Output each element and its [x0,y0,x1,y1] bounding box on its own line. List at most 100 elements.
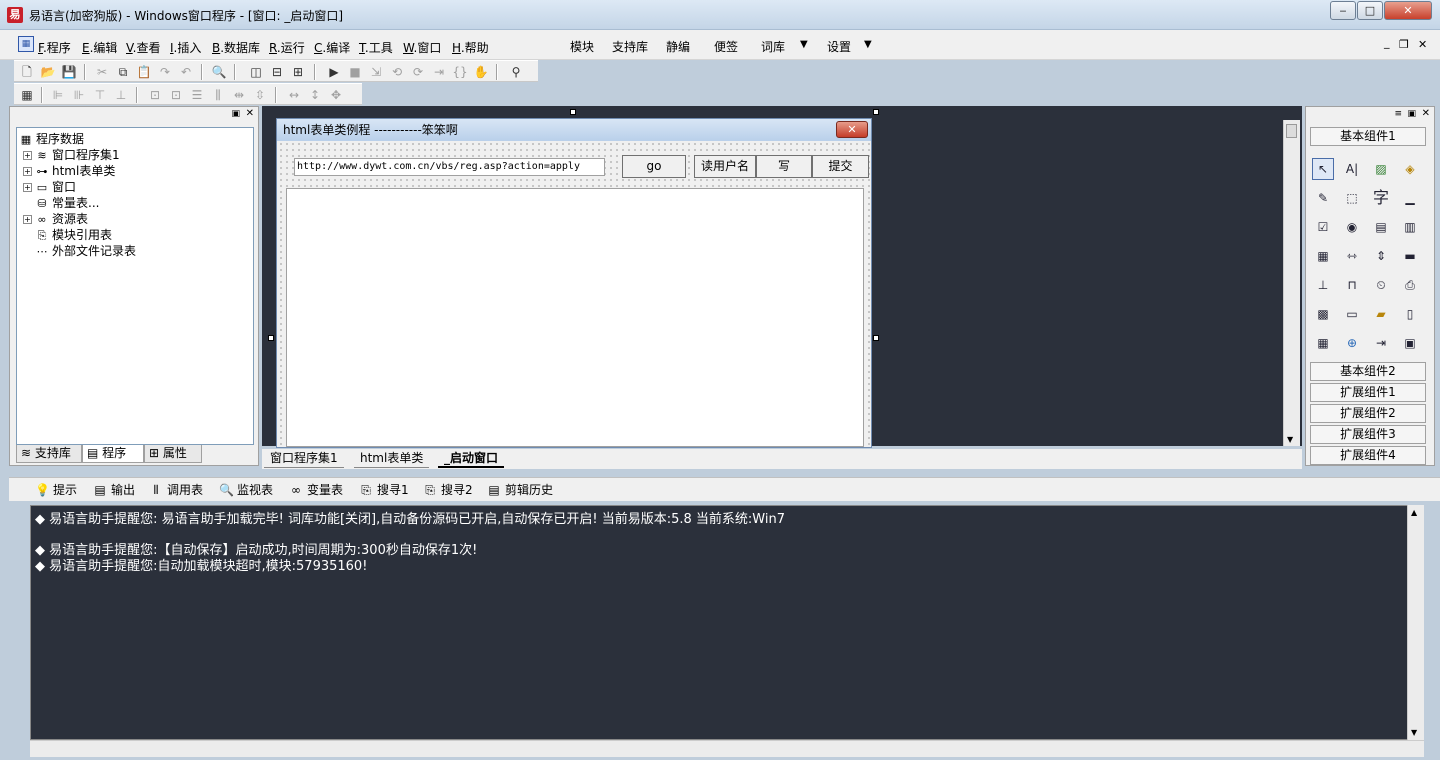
mdi-restore-icon[interactable]: ❐ [1399,38,1409,51]
align-bottom-icon[interactable]: ⊥ [113,87,129,103]
same-width-icon[interactable]: ↔ [286,87,302,103]
tab-output[interactable]: ▤ 输出 [93,481,135,499]
browser-area[interactable] [286,188,864,447]
file-box-icon[interactable]: ▯ [1399,303,1421,325]
breakpoint-icon[interactable]: {} [452,64,468,80]
slider-icon[interactable]: ⊥ [1312,274,1334,296]
menu-module[interactable]: 模块 [570,38,594,55]
button-icon[interactable]: ▁ [1399,187,1421,209]
tab-hint[interactable]: 💡 提示 [35,481,77,499]
scroll-down-icon[interactable]: ▼ [1287,435,1293,444]
paste-icon[interactable]: 📋 [136,64,152,80]
same-size-icon[interactable]: ✥ [328,87,344,103]
expand-icon[interactable]: + [23,167,32,176]
menu-tools[interactable]: T.工具 [359,39,393,56]
submit-button[interactable]: 提交 [812,155,869,178]
palette-float-icon[interactable]: ▣ [1407,109,1416,119]
expand-icon[interactable]: + [23,215,32,224]
group-extended-3[interactable]: 扩展组件3 [1310,425,1426,444]
step-over-icon[interactable]: ⟲ [389,64,405,80]
align-right-icon[interactable]: ⊪ [71,87,87,103]
read-username-button[interactable]: 读用户名 [694,155,756,178]
splitter-icon[interactable]: ⇥ [1370,332,1392,354]
tree-node-constants[interactable]: ⛁ 常量表... [35,195,99,211]
menu-insert[interactable]: I.插入 [170,39,201,56]
lexicon-dropdown-icon[interactable]: ▼ [800,39,808,50]
tree-node-modules[interactable]: ⎘ 模块引用表 [35,227,112,243]
palette-close-icon[interactable]: ✕ [1422,108,1430,119]
palette-menu-icon[interactable]: ≡ [1394,109,1402,119]
tab-variables[interactable]: ∞ 变量表 [289,481,343,499]
tab-search-1[interactable]: ⎘ 搜寻1 [359,481,408,499]
equal-height-icon[interactable]: ⇳ [252,87,268,103]
group-extended-1[interactable]: 扩展组件1 [1310,383,1426,402]
output-hscrollbar[interactable] [30,740,1424,757]
menu-support-lib[interactable]: 支持库 [612,38,648,55]
tab-clipboard-history[interactable]: ▤ 剪辑历史 [487,481,553,499]
align-top-icon[interactable]: ⊤ [92,87,108,103]
tab-control-icon[interactable]: ⊓ [1341,274,1363,296]
layout-left-icon[interactable]: ◫ [248,64,264,80]
tab-properties[interactable]: ⊞ 属性 [144,445,202,463]
center-v-icon[interactable]: ⊡ [168,87,184,103]
expand-icon[interactable]: + [23,151,32,160]
pointer-icon[interactable]: ↖ [1312,158,1334,180]
hyperlink-icon[interactable]: ⊕ [1341,332,1363,354]
menu-help[interactable]: H.帮助 [452,39,489,56]
combobox-icon[interactable]: ▤ [1370,216,1392,238]
minimize-button[interactable]: ‒ [1330,1,1356,20]
find-icon[interactable]: 🔍 [211,64,227,80]
tree-node-resources[interactable]: + ∞ 资源表 [23,211,88,227]
listbox-icon[interactable]: ▥ [1399,216,1421,238]
space-v-icon[interactable]: ☰ [189,87,205,103]
checkbox-icon[interactable]: ☑ [1312,216,1334,238]
form-close-icon[interactable]: ✕ [836,121,868,138]
new-file-icon[interactable]: 🗋 [19,64,35,80]
output-pane[interactable]: ◆ 易语言助手提醒您: 易语言助手加载完毕! 词库功能[关闭],自动备份源码已开… [30,505,1422,740]
panel-close-icon[interactable]: ✕ [246,108,254,119]
url-input[interactable]: http://www.dywt.com.cn/vbs/reg.asp?actio… [294,158,605,176]
text-icon[interactable]: 字 [1370,187,1392,209]
mdi-close-icon[interactable]: ✕ [1418,38,1427,51]
hscroll-icon[interactable]: ⇿ [1341,245,1363,267]
menu-static-compile[interactable]: 静编 [666,38,690,55]
tab-window-program-set[interactable]: 窗口程序集1 [264,449,344,468]
mdi-minimize-icon[interactable]: _ [1384,36,1390,49]
label-icon[interactable]: A| [1341,158,1363,180]
group-extended-4[interactable]: 扩展组件4 [1310,446,1426,465]
open-folder-icon[interactable]: 📂 [40,64,56,80]
menu-window[interactable]: W.窗口 [403,39,441,56]
stop-icon[interactable]: ■ [347,64,363,80]
output-vscrollbar[interactable]: ▲ ▼ [1407,505,1424,740]
tree-node-window[interactable]: + ▭ 窗口 [23,179,76,195]
edit-box-icon[interactable]: ✎ [1312,187,1334,209]
design-scrollbar[interactable]: ▼ [1283,120,1300,446]
tab-program[interactable]: ▤ 程序 [82,445,144,463]
tab-watch[interactable]: 🔍 监视表 [219,481,273,499]
tree-node-program-set[interactable]: + ≋ 窗口程序集1 [23,147,120,163]
menu-compile[interactable]: C.编译 [314,39,350,56]
vscroll-icon[interactable]: ⇕ [1370,245,1392,267]
dir-box-icon[interactable]: ▰ [1370,303,1392,325]
group-basic-1[interactable]: 基本组件1 [1310,127,1426,146]
go-button[interactable]: go [622,155,686,178]
menu-database[interactable]: B.数据库 [212,39,260,56]
form-window[interactable]: html表单类例程 -----------笨笨啊 ✕ http://www.dy… [276,118,872,448]
picture-icon[interactable]: ▨ [1370,158,1392,180]
resize-handle[interactable] [873,335,879,341]
tab-search-2[interactable]: ⎘ 搜寻2 [423,481,472,499]
settings-dropdown-icon[interactable]: ▼ [864,39,872,50]
center-h-icon[interactable]: ⊡ [147,87,163,103]
step-out-icon[interactable]: ⟳ [410,64,426,80]
space-h-icon[interactable]: ⫼ [210,87,226,103]
tree-root[interactable]: ▦ 程序数据 [19,131,84,147]
close-button[interactable]: ✕ [1384,1,1432,20]
same-height-icon[interactable]: ↕ [307,87,323,103]
tab-call-stack[interactable]: ⫴ 调用表 [149,481,203,499]
menu-settings[interactable]: 设置 [827,38,851,55]
menu-program[interactable]: F.程序 [38,39,71,56]
binoculars-icon[interactable]: ⚲ [508,64,524,80]
align-left-icon[interactable]: ⊫ [50,87,66,103]
menu-edit[interactable]: E.编辑 [82,39,117,56]
calculator-icon[interactable]: ▦ [19,87,35,103]
